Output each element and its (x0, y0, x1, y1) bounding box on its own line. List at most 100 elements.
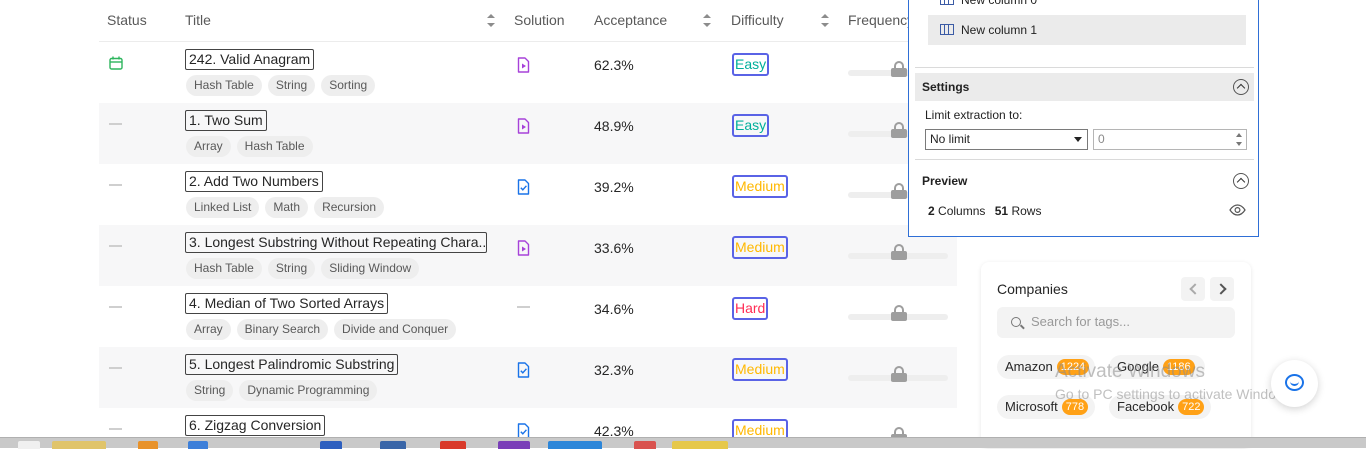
sort-title-icon[interactable] (487, 14, 495, 27)
topic-tag[interactable]: Sorting (321, 75, 376, 96)
acceptance-rate: 33.6% (594, 240, 634, 256)
difficulty-badge: Hard (732, 297, 769, 320)
article-solution-icon[interactable] (517, 362, 530, 378)
article-solution-icon[interactable] (517, 179, 530, 195)
column-label: New column 1 (961, 23, 1038, 37)
sort-difficulty-icon[interactable] (821, 14, 829, 27)
status-empty (109, 367, 122, 369)
lock-icon[interactable] (891, 244, 907, 260)
topic-tag[interactable]: Array (186, 319, 231, 340)
chat-icon (1285, 374, 1304, 391)
problem-title-link[interactable]: 242. Valid Anagram (185, 49, 315, 70)
status-empty (109, 245, 122, 247)
tag-search[interactable] (997, 307, 1235, 338)
column-label: New column 0 (961, 0, 1038, 7)
topic-tag[interactable]: Sliding Window (321, 258, 420, 279)
activation-watermark-subtitle: Go to PC settings to activate Windows. (1055, 386, 1297, 402)
lock-icon[interactable] (891, 366, 907, 382)
lock-icon[interactable] (891, 61, 907, 77)
limit-select[interactable]: No limit (925, 129, 1088, 150)
settings-section-header[interactable]: Settings (915, 73, 1254, 101)
problem-title-link[interactable]: 3. Longest Substring Without Repeating C… (185, 232, 487, 253)
header-acceptance[interactable]: Acceptance (594, 12, 667, 28)
acceptance-rate: 62.3% (594, 57, 634, 73)
video-solution-icon[interactable] (517, 118, 530, 134)
collapse-icon[interactable] (1233, 173, 1249, 189)
topic-tag[interactable]: Recursion (314, 197, 385, 218)
companies-card: Companies Amazon1224 Google1186 Microsof… (981, 262, 1251, 448)
eye-icon[interactable] (1229, 204, 1246, 216)
topic-tag[interactable]: String (267, 75, 316, 96)
topic-tag[interactable]: Array (186, 136, 231, 157)
collapse-icon[interactable] (1233, 79, 1249, 95)
header-status: Status (107, 12, 147, 28)
search-icon (1011, 317, 1021, 327)
header-solution: Solution (514, 12, 565, 28)
table-row: 1. Two Sum Array Hash Table 48.9% Easy (99, 103, 957, 164)
topic-tag[interactable]: String (186, 380, 234, 401)
problem-title-link[interactable]: 6. Zigzag Conversion (185, 415, 326, 436)
chat-button[interactable] (1271, 360, 1318, 407)
divider (915, 67, 1254, 68)
table-row: 242. Valid Anagram Hash Table String Sor… (99, 42, 957, 103)
increment-icon[interactable] (1236, 133, 1242, 137)
difficulty-badge: Medium (732, 236, 788, 259)
chevron-down-icon (1074, 137, 1082, 142)
topic-tag[interactable]: Binary Search (236, 319, 329, 340)
preview-section-header[interactable]: Preview (915, 167, 1254, 195)
problem-title-link[interactable]: 4. Median of Two Sorted Arrays (185, 293, 389, 314)
difficulty-badge: Medium (732, 175, 788, 198)
acceptance-rate: 32.3% (594, 362, 634, 378)
prev-icon[interactable] (1181, 277, 1205, 301)
taskbar (0, 437, 1366, 449)
status-empty (109, 184, 122, 186)
preview-title: Preview (922, 174, 968, 188)
column-item-1[interactable]: New column 1 (928, 15, 1246, 45)
sort-acceptance-icon[interactable] (703, 14, 711, 27)
rows-count: 51 (994, 204, 1009, 218)
settings-title: Settings (922, 80, 970, 94)
lock-icon[interactable] (891, 183, 907, 199)
limit-number-value: 0 (1098, 132, 1105, 146)
status-empty (109, 428, 122, 430)
limit-select-value: No limit (930, 132, 971, 146)
tag-search-input[interactable] (1031, 314, 1221, 329)
table-row: 4. Median of Two Sorted Arrays Array Bin… (99, 286, 957, 347)
topic-tag[interactable]: Math (265, 197, 309, 218)
column-item-0[interactable]: New column 0 (928, 0, 1246, 15)
company-name: Amazon (1005, 359, 1053, 374)
lock-icon[interactable] (891, 122, 907, 138)
no-solution (517, 306, 530, 308)
topic-tag[interactable]: Linked List (186, 197, 260, 218)
header-frequency[interactable]: Frequency (848, 12, 914, 28)
limit-label: Limit extraction to: (925, 108, 1023, 122)
topic-tag[interactable]: String (267, 258, 316, 279)
topic-tag[interactable]: Divide and Conquer (334, 319, 457, 340)
header-difficulty[interactable]: Difficulty (731, 12, 784, 28)
problem-title-link[interactable]: 1. Two Sum (185, 110, 267, 131)
topic-tag[interactable]: Hash Table (236, 136, 313, 157)
companies-title: Companies (997, 281, 1068, 297)
difficulty-badge: Easy (732, 53, 770, 76)
topic-tag[interactable]: Dynamic Programming (239, 380, 378, 401)
next-icon[interactable] (1210, 277, 1234, 301)
difficulty-badge: Medium (732, 358, 788, 381)
difficulty-badge: Medium (732, 419, 788, 437)
topic-tag[interactable]: Hash Table (186, 258, 262, 279)
limit-number-input[interactable]: 0 (1093, 129, 1247, 150)
topic-tag[interactable]: Hash Table (186, 75, 262, 96)
video-solution-icon[interactable] (517, 57, 530, 73)
lock-icon[interactable] (891, 305, 907, 321)
video-solution-icon[interactable] (517, 240, 530, 256)
problem-title-link[interactable]: 2. Add Two Numbers (185, 171, 323, 192)
rows-word: Rows (1011, 204, 1042, 218)
problem-title-link[interactable]: 5. Longest Palindromic Substring (185, 354, 399, 375)
decrement-icon[interactable] (1236, 142, 1242, 146)
article-solution-icon[interactable] (517, 423, 530, 437)
acceptance-rate: 34.6% (594, 301, 634, 317)
calendar-icon[interactable] (109, 56, 123, 70)
header-title[interactable]: Title (185, 12, 211, 28)
extraction-panel: New column 0 New column 1 Settings Limit… (908, 0, 1259, 237)
lock-icon[interactable] (891, 427, 907, 437)
table-row: 3. Longest Substring Without Repeating C… (99, 225, 957, 286)
